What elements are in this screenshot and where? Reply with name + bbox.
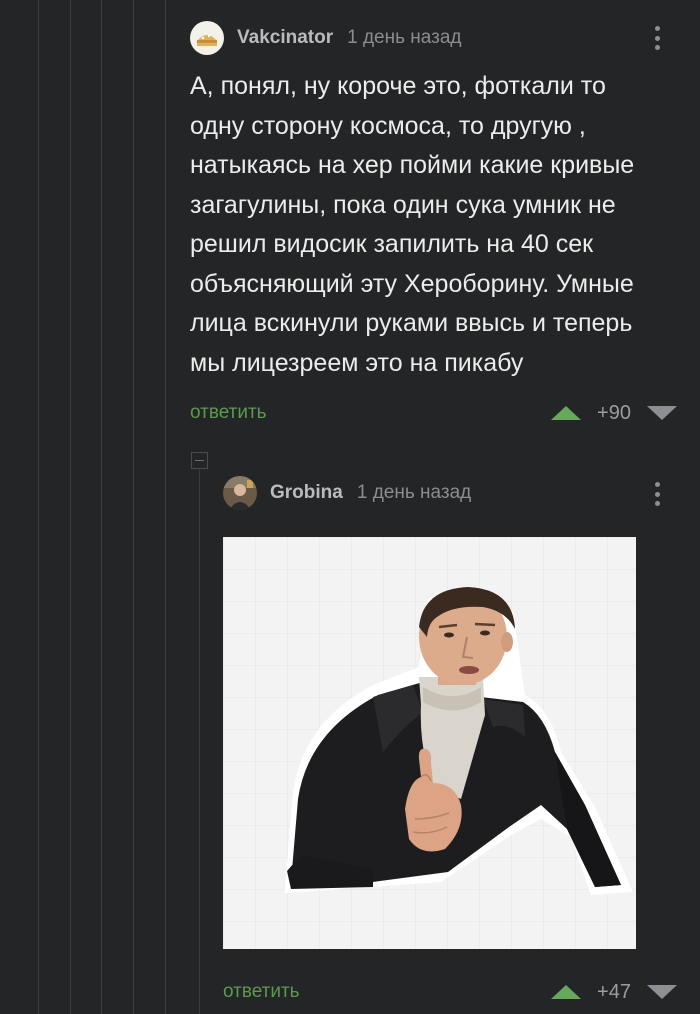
man-pointing-sticker-image[interactable] — [223, 537, 636, 949]
comment-text: А, понял, ну короче это, фоткали то одну… — [190, 67, 690, 383]
comment-text-line: одну сторону космоса, то другую , — [190, 111, 586, 140]
upvote-arrow-icon[interactable] — [551, 985, 581, 999]
comment-text-line: натыкаясь на хер пойми какие кривые — [190, 151, 635, 179]
upvote-arrow-icon[interactable] — [551, 406, 581, 420]
comment-text-line: решил видосик запилить на 40 сек — [190, 230, 594, 258]
vote-bar: +47 — [551, 980, 677, 1004]
comment-text-line: загагулины, пока один сука умник не — [190, 190, 616, 219]
comment-text-line: лица вскинули руками ввысь и теперь — [190, 309, 633, 337]
comment-header: Vakcinator 1 день назад — [190, 20, 462, 56]
more-options-icon[interactable] — [647, 23, 667, 53]
downvote-arrow-icon[interactable] — [647, 985, 677, 999]
vote-bar: +90 — [551, 401, 677, 425]
reply-button[interactable]: ответить — [223, 981, 300, 1003]
comment-text-line: мы лицезреем это на пикабу — [190, 348, 524, 377]
comment-reply: Grobina 1 день назад ответить +47 — [0, 460, 700, 1014]
reply-button[interactable]: ответить — [190, 402, 267, 424]
rating: +47 — [597, 980, 631, 1003]
comment-header: Grobina 1 день назад — [223, 475, 471, 511]
username[interactable]: Grobina — [270, 482, 343, 504]
avatar-sandwich-icon[interactable] — [190, 21, 224, 55]
avatar-photo-icon[interactable] — [223, 476, 257, 510]
comment-text-line: А, понял, ну короче это, фоткали то — [190, 72, 606, 100]
username[interactable]: Vakcinator — [237, 27, 333, 49]
comment-text-line: объясняющий эту Хероборину. Умные — [190, 269, 634, 298]
downvote-arrow-icon[interactable] — [647, 406, 677, 420]
comment: Vakcinator 1 день назад А, понял, ну кор… — [0, 0, 700, 440]
more-options-icon[interactable] — [647, 479, 667, 509]
rating: +90 — [597, 401, 631, 424]
timestamp: 1 день назад — [356, 482, 472, 503]
timestamp: 1 день назад — [347, 27, 462, 48]
